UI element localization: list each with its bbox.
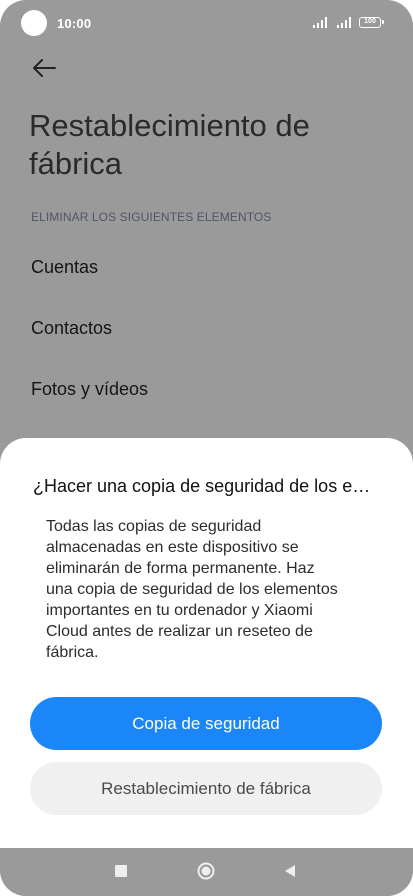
phone-display: 10:00 100 Restablecimiento de fábrica EL…	[0, 0, 413, 896]
battery-icon: 100	[359, 17, 384, 28]
list-item: Contactos	[31, 318, 113, 338]
dialog-message: Todas las copias de seguridad almacenada…	[46, 518, 338, 661]
recents-square-icon[interactable]	[115, 865, 127, 877]
screen: 10:00 100 Restablecimiento de fábrica EL…	[0, 0, 413, 896]
dialog-title: ¿Hacer una copia de seguridad de los e…	[33, 476, 371, 496]
back-triangle-icon[interactable]	[284, 864, 296, 878]
factory-reset-button[interactable]: Restablecimiento de fábrica	[30, 762, 382, 815]
front-camera-cutout	[21, 10, 47, 36]
list-item: Cuentas	[31, 257, 99, 277]
backup-button[interactable]: Copia de seguridad	[30, 697, 382, 750]
backup-dialog: ¿Hacer una copia de seguridad de los e… …	[0, 438, 413, 848]
status-time: 10:00	[57, 16, 92, 31]
home-circle-icon[interactable]	[197, 862, 215, 880]
signal-icon	[313, 17, 327, 28]
status-bar: 10:00 100	[0, 0, 413, 48]
page-title: Restablecimiento de fábrica	[29, 108, 310, 181]
navigation-bar	[0, 848, 413, 896]
arrow-left-icon[interactable]	[31, 57, 57, 79]
list-item: Fotos y vídeos	[31, 379, 149, 399]
section-header: ELIMINAR LOS SIGUIENTES ELEMENTOS	[31, 210, 272, 224]
signal-icon	[337, 17, 351, 28]
